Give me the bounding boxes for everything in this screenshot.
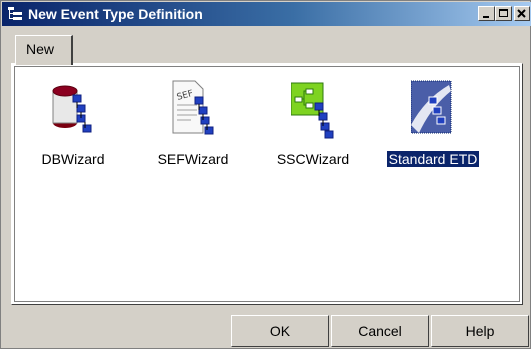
wizard-panel: DBWizard SEF SEFWizard SSCWizard Standar… bbox=[11, 63, 523, 305]
maximize-button[interactable] bbox=[495, 6, 512, 21]
minimize-icon bbox=[483, 16, 489, 18]
close-icon bbox=[517, 9, 526, 18]
tab-new[interactable]: New bbox=[15, 35, 73, 65]
title-bar[interactable]: New Event Type Definition bbox=[2, 2, 531, 26]
minimize-button[interactable] bbox=[478, 6, 495, 21]
standard-etd-icon bbox=[411, 80, 452, 134]
close-button[interactable] bbox=[514, 6, 530, 21]
item-standard-etd-label: Standard ETD bbox=[385, 150, 481, 168]
dialog-window: New Event Type Definition New DBWizard S… bbox=[0, 0, 531, 349]
item-sefwizard[interactable]: SEF SEFWizard bbox=[145, 79, 241, 169]
item-dbwizard[interactable]: DBWizard bbox=[25, 79, 121, 169]
item-sscwizard-label: SSCWizard bbox=[276, 151, 350, 167]
tree-icon bbox=[8, 7, 22, 20]
tab-new-label: New bbox=[26, 41, 55, 57]
wizard-list: DBWizard SEF SEFWizard SSCWizard Standar… bbox=[14, 66, 520, 302]
sef-wizard-icon: SEF bbox=[172, 80, 214, 135]
item-standard-etd[interactable]: Standard ETD bbox=[385, 79, 481, 169]
window-title: New Event Type Definition bbox=[28, 6, 203, 22]
item-dbwizard-label: DBWizard bbox=[41, 151, 105, 167]
ok-button[interactable]: OK bbox=[231, 315, 329, 347]
maximize-icon bbox=[499, 9, 508, 17]
ssc-wizard-icon bbox=[291, 82, 334, 139]
database-wizard-icon bbox=[52, 85, 92, 133]
help-button[interactable]: Help bbox=[431, 315, 529, 347]
cancel-button[interactable]: Cancel bbox=[331, 315, 429, 347]
item-sefwizard-label: SEFWizard bbox=[157, 151, 229, 167]
item-sscwizard[interactable]: SSCWizard bbox=[265, 79, 361, 169]
